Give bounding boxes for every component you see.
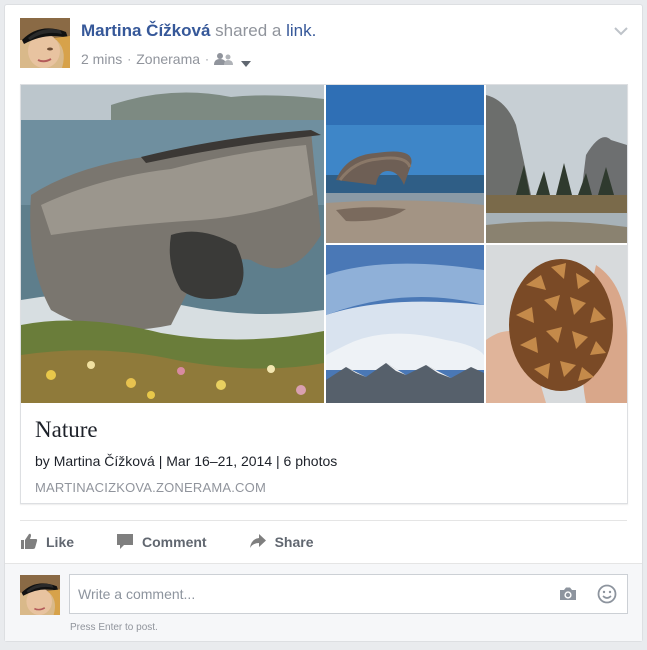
attachment-details: | Mar 16–21, 2014 | 6 photos — [158, 453, 338, 469]
composer-hint: Press Enter to post. — [70, 622, 158, 633]
post-header: Martina Čížková shared a link. 2 mins · … — [20, 18, 632, 70]
author-name[interactable]: Martina Čížková — [81, 21, 210, 40]
friends-icon[interactable] — [214, 52, 234, 66]
meta-separator: · — [127, 52, 132, 66]
chevron-down-icon[interactable] — [241, 55, 252, 67]
share-label: Share — [274, 534, 314, 550]
post-timestamp[interactable]: 2 mins — [81, 51, 122, 67]
share-button[interactable]: Share — [249, 532, 314, 553]
comment-composer: Press Enter to post. — [5, 563, 642, 641]
actions-divider — [20, 520, 627, 521]
photo-coastal-cliff[interactable] — [21, 85, 324, 403]
comment-button[interactable]: Comment — [116, 532, 207, 553]
attachment-domain: MARTINACIZKOVA.ZONERAMA.COM — [35, 480, 266, 495]
attachment-by-name: Martina Čížková — [53, 453, 155, 469]
meta-separator: · — [205, 52, 210, 66]
comment-label: Comment — [142, 534, 207, 550]
camera-icon[interactable] — [558, 584, 578, 604]
photo-cloudy-mountains[interactable] — [326, 245, 484, 403]
commenter-avatar[interactable] — [20, 575, 60, 615]
like-button[interactable]: Like — [20, 532, 74, 553]
post-options-chevron-icon[interactable] — [613, 24, 629, 36]
like-label: Like — [46, 534, 75, 550]
shared-text: shared a — [215, 21, 282, 40]
attachment-description: by Martina Čížková | Mar 16–21, 2014 | 6… — [35, 453, 337, 469]
photo-natural-bridge[interactable] — [326, 85, 484, 243]
like-icon — [20, 532, 38, 553]
photo-pine-cone[interactable] — [486, 245, 627, 403]
author-avatar[interactable] — [20, 18, 70, 68]
photo-mountain-valley[interactable] — [486, 85, 627, 243]
link-attachment[interactable]: Nature by Martina Čížková | Mar 16–21, 2… — [20, 84, 628, 504]
comment-icon — [116, 532, 134, 553]
post-card: Martina Čížková shared a link. 2 mins · … — [4, 4, 643, 642]
emoji-icon[interactable] — [597, 584, 617, 604]
attachment-title[interactable]: Nature — [35, 417, 98, 443]
author-line: Martina Čížková shared a link. — [81, 20, 316, 42]
attachment-by-label: by — [35, 453, 50, 469]
attachment-body[interactable]: Nature by Martina Čížková | Mar 16–21, 2… — [21, 403, 627, 503]
post-actions: Like Comment Share — [20, 525, 356, 559]
photo-grid[interactable] — [21, 85, 627, 403]
share-icon — [249, 532, 267, 553]
post-via-app[interactable]: Zonerama — [136, 51, 200, 67]
shared-link-word[interactable]: link. — [286, 21, 316, 40]
comment-input[interactable] — [69, 574, 628, 614]
post-meta: 2 mins · Zonerama · — [81, 51, 252, 67]
